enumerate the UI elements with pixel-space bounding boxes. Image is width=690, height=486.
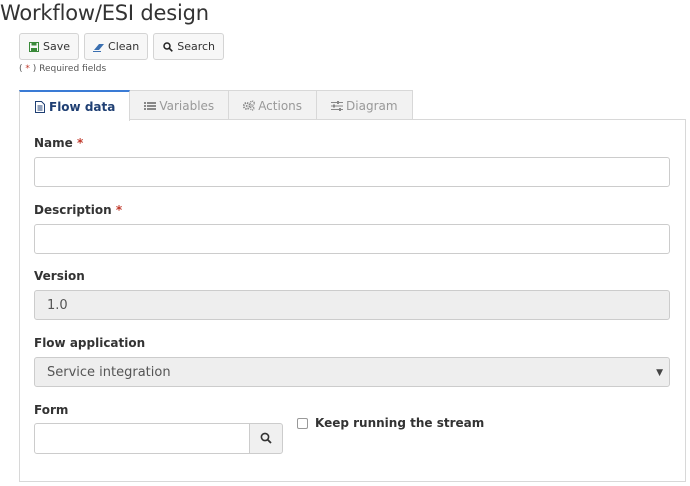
version-label: Version (34, 269, 85, 283)
page-title: Workflow/ESI design (0, 1, 209, 25)
tab-variables[interactable]: Variables (129, 90, 230, 120)
tab-actions-label: Actions (258, 98, 303, 113)
search-label: Search (177, 40, 216, 53)
required-note-suffix: ) Required fields (29, 64, 107, 74)
description-field[interactable] (34, 224, 670, 254)
required-fields-note: ( * ) Required fields (19, 64, 106, 74)
tab-variables-label: Variables (159, 98, 215, 113)
version-value: 1.0 (47, 297, 68, 313)
tab-bar: Flow data Variables Actions Diagram (19, 90, 413, 121)
flow-application-label: Flow application (34, 336, 146, 350)
name-label-text: Name (34, 136, 73, 150)
search-icon (162, 41, 174, 53)
description-required-mark: * (115, 203, 123, 217)
description-label: Description * (34, 203, 122, 217)
tab-diagram-label: Diagram (346, 98, 398, 113)
name-required-mark: * (76, 136, 84, 150)
description-label-text: Description (34, 203, 112, 217)
name-label: Name * (34, 136, 83, 150)
form-label: Form (34, 403, 69, 417)
form-search-button[interactable] (249, 423, 283, 454)
list-icon (144, 100, 157, 112)
toolbar: Save Clean Search (19, 33, 225, 60)
form-field[interactable] (34, 423, 250, 454)
version-field: 1.0 (34, 290, 670, 320)
tab-actions[interactable]: Actions (228, 90, 318, 120)
keep-running-checkbox[interactable] (297, 418, 308, 429)
clean-button[interactable]: Clean (84, 33, 149, 60)
search-button[interactable]: Search (153, 33, 225, 60)
save-label: Save (43, 40, 71, 53)
document-icon (34, 100, 46, 113)
sliders-icon (331, 100, 344, 112)
tab-flow-data[interactable]: Flow data (19, 90, 131, 121)
tab-diagram[interactable]: Diagram (316, 90, 413, 120)
flow-application-select[interactable]: Service integration ▼ (34, 357, 670, 387)
search-icon (260, 429, 272, 448)
save-icon (28, 41, 40, 53)
clean-label: Clean (108, 40, 140, 53)
name-field[interactable] (34, 157, 670, 187)
keep-running-label[interactable]: Keep running the stream (315, 416, 484, 430)
tab-flow-data-label: Flow data (49, 99, 116, 114)
save-button[interactable]: Save (19, 33, 80, 60)
caret-down-icon: ▼ (656, 368, 663, 378)
gears-icon (243, 100, 256, 112)
flow-application-value: Service integration (47, 364, 171, 380)
eraser-icon (93, 41, 105, 53)
